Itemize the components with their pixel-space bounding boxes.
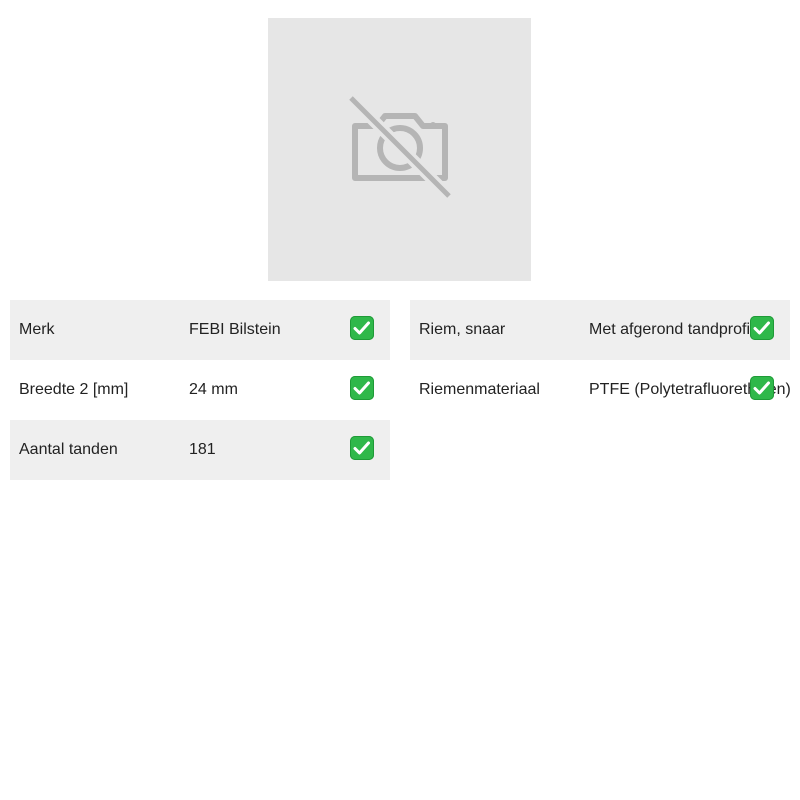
spec-row: Riem, snaar Met afgerond tandprofiel (410, 300, 790, 360)
spec-row: Riemenmateriaal PTFE (Polytetrafluorethy… (410, 360, 790, 420)
spec-row: Breedte 2 [mm] 24 mm (10, 360, 390, 420)
check-icon (750, 376, 774, 400)
spec-row: Merk FEBI Bilstein (10, 300, 390, 360)
spec-label: Merk (19, 321, 55, 338)
spec-label: Aantal tanden (19, 441, 118, 458)
spec-label: Riem, snaar (419, 321, 506, 338)
spec-table-left: Merk FEBI Bilstein Breedte 2 [mm] 24 mm … (10, 300, 390, 480)
spec-value: Met afgerond tandprofiel (589, 321, 763, 338)
spec-value: 24 mm (189, 381, 238, 398)
check-icon (350, 436, 374, 460)
spec-label: Breedte 2 [mm] (19, 381, 129, 398)
spec-value: 181 (189, 441, 216, 458)
check-icon (350, 376, 374, 400)
spec-value: FEBI Bilstein (189, 321, 281, 338)
check-icon (350, 316, 374, 340)
check-icon (750, 316, 774, 340)
spec-table-right: Riem, snaar Met afgerond tandprofiel Rie… (410, 300, 790, 420)
spec-label: Riemenmateriaal (419, 381, 540, 398)
product-image-placeholder (268, 18, 531, 281)
no-camera-icon (345, 92, 455, 207)
spec-row: Aantal tanden 181 (10, 420, 390, 480)
